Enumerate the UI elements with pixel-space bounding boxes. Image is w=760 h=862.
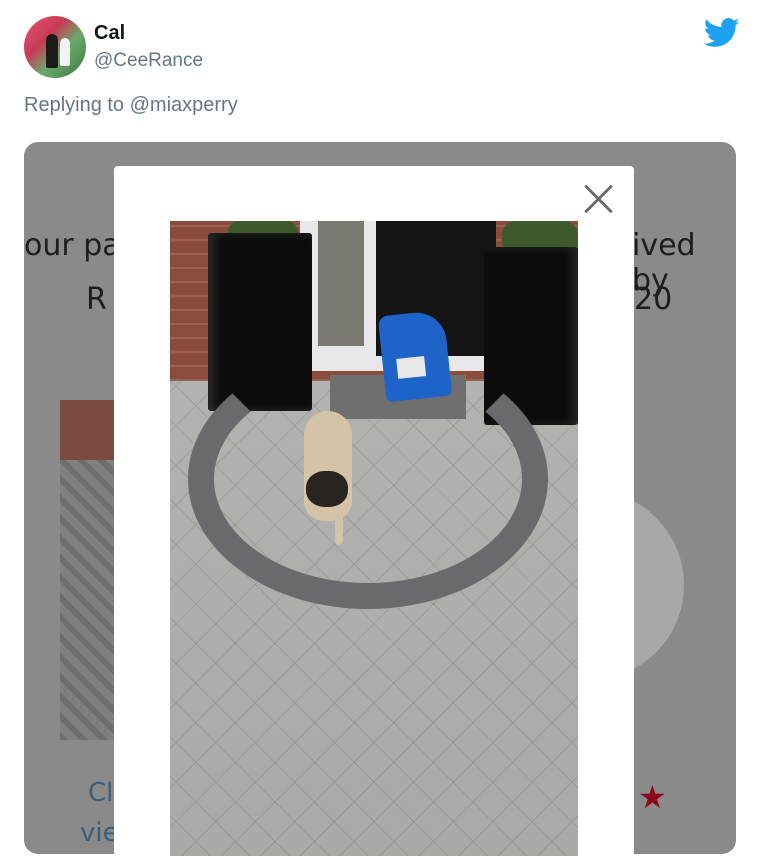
twitter-bird-icon[interactable] bbox=[704, 18, 740, 48]
avatar[interactable] bbox=[24, 16, 86, 78]
author-handle[interactable]: @CeeRance bbox=[94, 50, 203, 72]
brick-wall-detail bbox=[60, 400, 120, 460]
pug-face bbox=[306, 471, 348, 507]
image-lightbox-modal bbox=[114, 166, 634, 856]
author-name[interactable]: Cal bbox=[94, 22, 125, 45]
avatar-figure bbox=[46, 34, 58, 68]
background-text-fragment: our pa bbox=[24, 228, 121, 263]
background-link-fragment: vie bbox=[80, 818, 119, 848]
tweet-header: Cal @CeeRance bbox=[24, 16, 740, 86]
background-text-fragment: 20 bbox=[634, 282, 673, 317]
replying-to-text: Replying to @miaxperry bbox=[24, 94, 238, 116]
doorway bbox=[318, 221, 364, 346]
pug-leg bbox=[335, 511, 343, 545]
background-text-fragment: R bbox=[86, 282, 107, 317]
pug-photo bbox=[170, 221, 578, 856]
star-icon: ★ bbox=[638, 779, 667, 815]
avatar-figure bbox=[60, 38, 70, 66]
background-link-fragment: Cl bbox=[88, 778, 114, 808]
paving-arc bbox=[188, 349, 548, 609]
background-image-thumbnail bbox=[60, 400, 120, 740]
close-icon[interactable] bbox=[580, 180, 616, 216]
